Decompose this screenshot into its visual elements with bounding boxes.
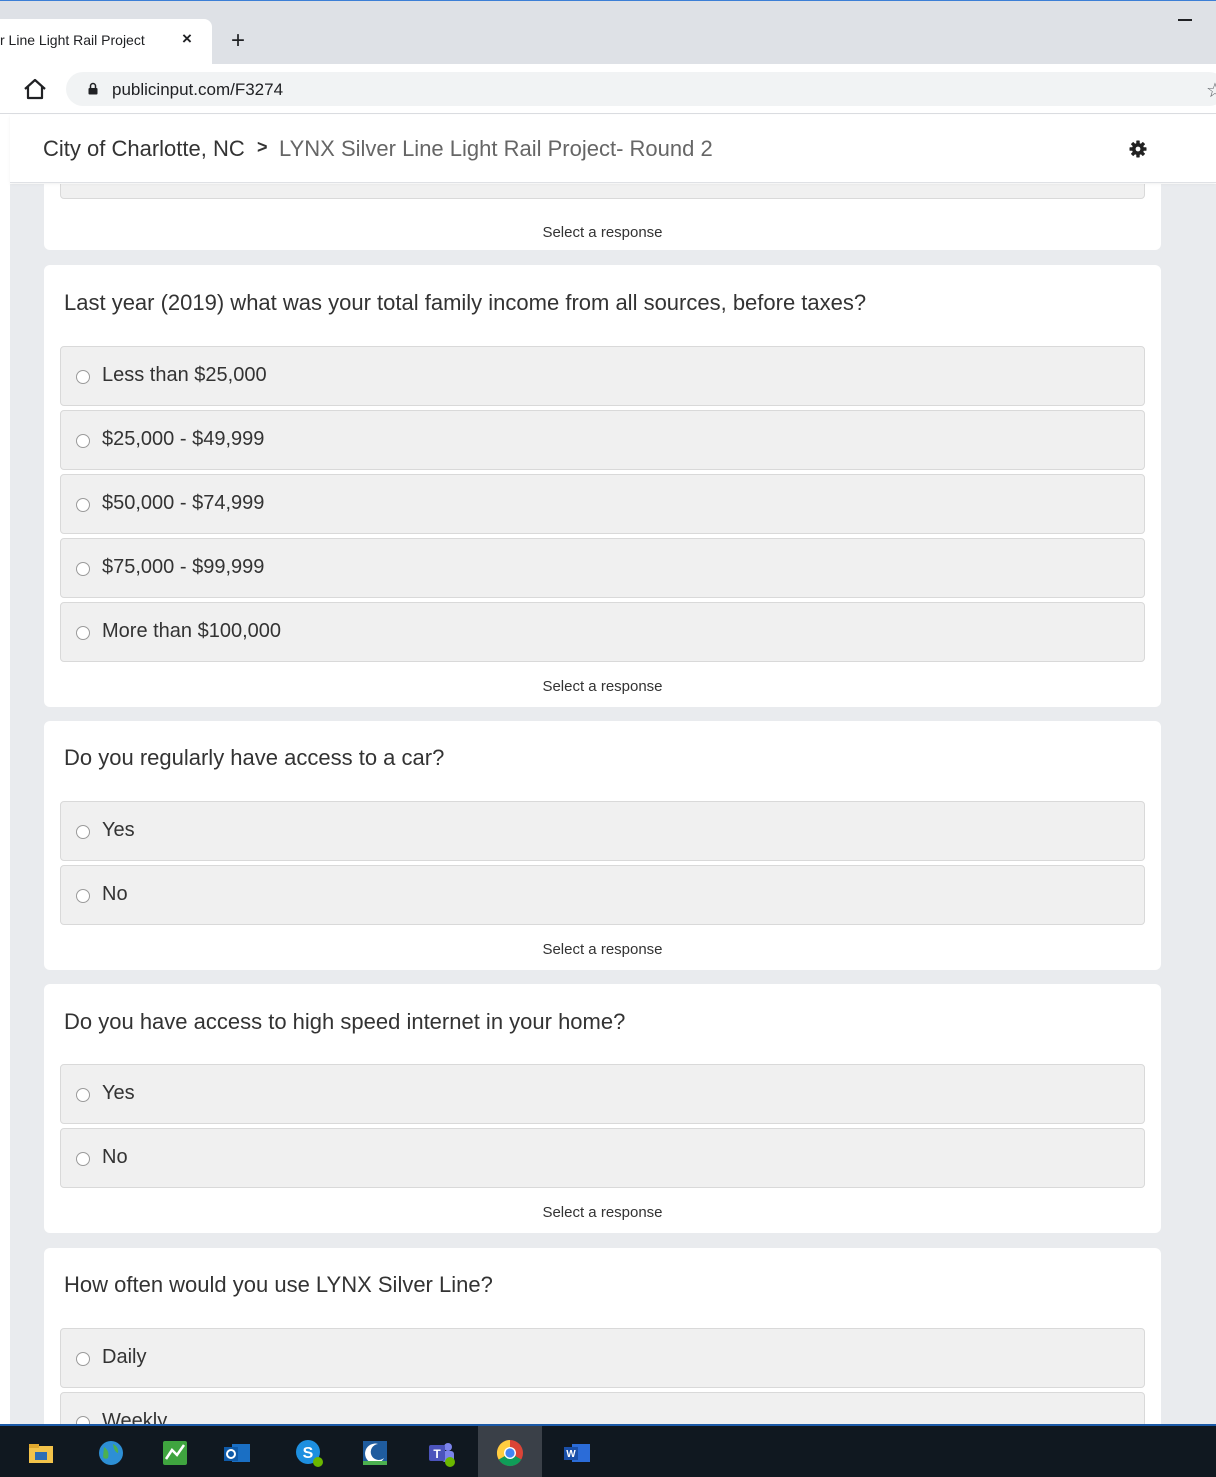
skype-icon[interactable]: S bbox=[294, 1438, 324, 1468]
word-icon[interactable]: W bbox=[562, 1438, 592, 1468]
select-response-hint: Select a response bbox=[542, 678, 663, 695]
option-item[interactable]: Daily bbox=[60, 1328, 1145, 1388]
minimize-button[interactable] bbox=[1178, 19, 1192, 21]
option-label: Daily bbox=[102, 1346, 147, 1368]
radio-icon[interactable] bbox=[76, 1416, 90, 1424]
option-item[interactable]: More than $100,000 bbox=[60, 602, 1145, 662]
option-partial[interactable] bbox=[60, 184, 1145, 199]
svg-text:S: S bbox=[303, 1445, 314, 1462]
svg-text:W: W bbox=[566, 1449, 576, 1460]
radio-icon[interactable] bbox=[76, 1152, 90, 1166]
radio-icon[interactable] bbox=[76, 370, 90, 384]
moon-app-icon[interactable] bbox=[360, 1438, 390, 1468]
question-text: Do you have access to high speed interne… bbox=[64, 1009, 626, 1034]
tab-close-icon[interactable]: × bbox=[182, 29, 192, 49]
browser-tab[interactable]: r Line Light Rail Project × bbox=[0, 19, 212, 64]
survey-content: Select a response Last year (2019) what … bbox=[10, 184, 1216, 1424]
desktop-edge bbox=[0, 0, 10, 1424]
radio-icon[interactable] bbox=[76, 1352, 90, 1366]
omnibox[interactable]: publicinput.com/F3274 ☆ bbox=[66, 72, 1216, 106]
question-card-income: Last year (2019) what was your total fam… bbox=[44, 265, 1161, 707]
option-label: No bbox=[102, 883, 128, 905]
breadcrumb-root[interactable]: City of Charlotte, NC bbox=[43, 136, 245, 162]
gear-icon[interactable] bbox=[1128, 139, 1148, 159]
radio-icon[interactable] bbox=[76, 1088, 90, 1102]
option-item[interactable]: Weekly bbox=[60, 1392, 1145, 1424]
question-text: Last year (2019) what was your total fam… bbox=[64, 290, 867, 315]
radio-icon[interactable] bbox=[76, 498, 90, 512]
option-item[interactable]: $50,000 - $74,999 bbox=[60, 474, 1145, 534]
teams-icon[interactable]: T bbox=[426, 1438, 456, 1468]
site-header: City of Charlotte, NC > LYNX Silver Line… bbox=[10, 115, 1216, 183]
option-label: Yes bbox=[102, 1082, 135, 1104]
tab-title: r Line Light Rail Project bbox=[0, 32, 145, 48]
window-frame bbox=[0, 0, 1216, 7]
option-item[interactable]: No bbox=[60, 865, 1145, 925]
question-card-frequency: How often would you use LYNX Silver Line… bbox=[44, 1248, 1161, 1424]
radio-icon[interactable] bbox=[76, 889, 90, 903]
option-label: Less than $25,000 bbox=[102, 364, 267, 386]
radio-icon[interactable] bbox=[76, 434, 90, 448]
select-response-hint: Select a response bbox=[542, 1204, 663, 1221]
option-label: More than $100,000 bbox=[102, 620, 282, 642]
option-item[interactable]: Yes bbox=[60, 801, 1145, 861]
option-label: Yes bbox=[102, 819, 135, 841]
option-item[interactable]: $75,000 - $99,999 bbox=[60, 538, 1145, 598]
radio-icon[interactable] bbox=[76, 825, 90, 839]
option-label: $50,000 - $74,999 bbox=[102, 492, 265, 514]
globe-icon[interactable] bbox=[96, 1438, 126, 1468]
breadcrumb-separator-icon: > bbox=[257, 137, 268, 157]
radio-icon[interactable] bbox=[76, 562, 90, 576]
option-item[interactable]: Less than $25,000 bbox=[60, 346, 1145, 406]
radio-icon[interactable] bbox=[76, 626, 90, 640]
question-text: How often would you use LYNX Silver Line… bbox=[64, 1272, 493, 1297]
option-label: No bbox=[102, 1146, 128, 1168]
taskbar: S T W bbox=[0, 1424, 1216, 1477]
select-response-hint: Select a response bbox=[542, 224, 663, 241]
option-item[interactable]: No bbox=[60, 1128, 1145, 1188]
breadcrumb-page: LYNX Silver Line Light Rail Project- Rou… bbox=[279, 136, 713, 161]
tab-strip: r Line Light Rail Project × + bbox=[0, 7, 1216, 64]
option-label: $25,000 - $49,999 bbox=[102, 428, 265, 450]
question-card-car: Do you regularly have access to a car? Y… bbox=[44, 721, 1161, 970]
select-response-hint: Select a response bbox=[542, 941, 663, 958]
outlook-icon[interactable] bbox=[222, 1438, 252, 1468]
url-text[interactable]: publicinput.com/F3274 bbox=[112, 80, 283, 100]
file-explorer-icon[interactable] bbox=[26, 1438, 56, 1468]
home-icon[interactable] bbox=[22, 77, 48, 101]
option-item[interactable]: $25,000 - $49,999 bbox=[60, 410, 1145, 470]
option-item[interactable]: Yes bbox=[60, 1064, 1145, 1124]
question-card: Select a response bbox=[44, 184, 1161, 250]
option-label: $75,000 - $99,999 bbox=[102, 556, 265, 578]
chrome-icon[interactable] bbox=[495, 1438, 525, 1468]
bookmark-star-icon[interactable]: ☆ bbox=[1206, 78, 1216, 103]
new-tab-button[interactable]: + bbox=[231, 27, 245, 55]
lock-icon bbox=[88, 82, 98, 95]
question-text: Do you regularly have access to a car? bbox=[64, 745, 445, 770]
project-icon[interactable] bbox=[160, 1438, 190, 1468]
address-bar: publicinput.com/F3274 ☆ bbox=[0, 64, 1216, 114]
question-card-internet: Do you have access to high speed interne… bbox=[44, 984, 1161, 1233]
option-label: Weekly bbox=[102, 1410, 168, 1424]
svg-text:T: T bbox=[433, 1447, 441, 1461]
